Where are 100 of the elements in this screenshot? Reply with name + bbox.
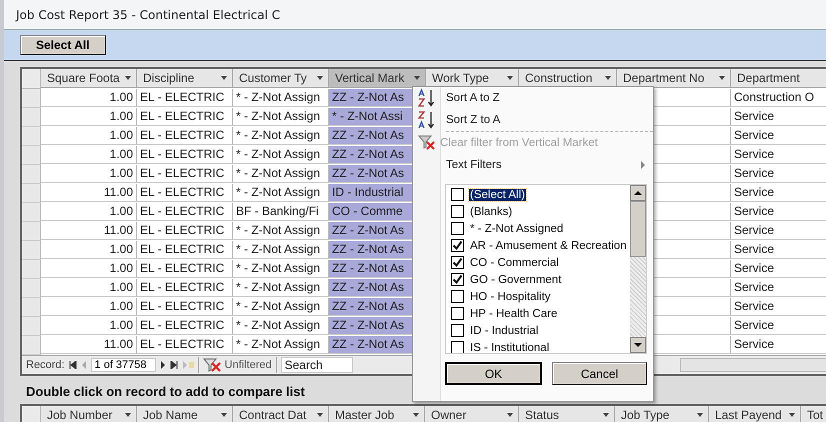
table-cell: 1.00 [41,127,137,145]
menu-item[interactable]: Sort A to Z [446,92,500,104]
table-cell: EL - ELECTRIC [137,127,233,145]
table-cell: 1.00 [41,241,137,259]
checkbox[interactable] [451,273,464,286]
dropdown-arrow-icon[interactable] [317,413,323,417]
table-cell: Service [731,184,826,202]
checkbox[interactable] [451,324,464,337]
menu-item[interactable]: Sort Z to A [446,114,500,126]
column-header[interactable]: Job Type [615,406,709,422]
table-cell: Service [731,336,826,354]
dropdown-arrow-icon[interactable] [413,413,419,417]
record-position-field[interactable]: 1 of 37758 [90,358,156,372]
dropdown-arrow-icon[interactable] [697,413,703,417]
dropdown-arrow-icon[interactable] [789,413,795,417]
column-header[interactable]: Job Name [137,406,233,422]
window-title: Job Cost Report 35 - Continental Electrical C [16,8,280,22]
table-cell: 1.00 [41,203,137,221]
dropdown-arrow-icon[interactable] [605,76,611,80]
table-cell: 1.00 [41,89,137,107]
filter-status-button[interactable]: Unfiltered [224,359,272,371]
table-cell: EL - ELECTRIC [137,165,233,183]
column-header[interactable]: Customer Ty [233,69,329,88]
last-record-icon[interactable] [170,361,178,369]
table-cell: Construction O [731,89,826,107]
column-header[interactable]: Tot [801,406,826,422]
table-cell: Service [731,317,826,335]
table-cell: Service [731,146,826,164]
checkbox[interactable] [451,188,464,201]
table-cell: Service [731,260,826,278]
filter-icon [202,358,221,372]
table-cell: 1.00 [41,279,137,297]
table-cell: EL - ELECTRIC [137,317,233,335]
filter-value[interactable]: (Select All) [469,188,526,200]
horizontal-scrollbar[interactable] [680,358,826,372]
column-header[interactable]: Discipline [137,69,233,88]
dropdown-arrow-icon[interactable] [507,76,513,80]
filter-value[interactable]: HO - Hospitality [469,290,552,302]
column-header[interactable]: Status [519,406,615,422]
checkbox[interactable] [451,239,464,252]
table-cell: 1.00 [41,260,137,278]
filter-value[interactable]: AR - Amusement & Recreation [469,240,628,252]
table-cell: 11.00 [41,336,137,354]
compare-hint: Double click on record to add to compare list [25,383,306,401]
filter-value[interactable]: IS - Institutional [469,342,550,353]
dropdown-arrow-icon[interactable] [507,413,513,417]
column-header[interactable]: Owner [425,406,519,422]
table-cell: Service [731,203,826,221]
vertical-scrollbar[interactable] [630,185,646,353]
table-cell: EL - ELECTRIC [137,241,233,259]
checkbox[interactable] [451,341,464,353]
filter-value[interactable]: ID - Industrial [469,324,540,336]
next-record-icon[interactable] [160,361,166,369]
column-header[interactable]: Square Foota [41,69,137,88]
ok-button[interactable]: OK [445,362,542,385]
dropdown-arrow-icon[interactable] [414,76,420,80]
checkbox[interactable] [451,205,464,218]
dropdown-arrow-icon[interactable] [603,413,609,417]
checkbox[interactable] [451,290,464,303]
table-cell: 1.00 [41,146,137,164]
cancel-button[interactable]: Cancel [552,362,647,385]
menu-item[interactable]: Text Filters [446,159,502,171]
dropdown-arrow-icon[interactable] [317,76,323,80]
column-header[interactable]: Job Number [41,406,137,422]
checkbox[interactable] [451,222,464,235]
sort-descending-icon [416,110,436,130]
column-header[interactable]: Contract Dat [233,406,329,422]
table-cell: Service [731,222,826,240]
table-cell: Service [731,108,826,126]
table-cell: EL - ELECTRIC [137,222,233,240]
dropdown-arrow-icon[interactable] [125,76,131,80]
dropdown-arrow-icon[interactable] [125,413,131,417]
scroll-up-icon[interactable] [630,185,646,201]
filter-value[interactable]: * - Z-Not Assigned [469,222,564,234]
table-cell: EL - ELECTRIC [137,298,233,316]
column-header[interactable]: Master Job [329,406,425,422]
filter-value[interactable]: CO - Commercial [469,256,560,268]
checkbox[interactable] [451,307,464,320]
column-header[interactable]: Vertical Mark [329,69,426,88]
column-header[interactable]: Department No [617,69,731,88]
first-record-icon[interactable] [68,361,77,369]
filter-value[interactable]: (Blanks) [469,206,514,218]
checkbox[interactable] [451,256,464,269]
scrollbar-thumb[interactable] [630,201,646,257]
dropdown-arrow-icon[interactable] [221,76,227,80]
column-header[interactable]: Last Payend [709,406,801,422]
submenu-arrow-icon [641,161,645,169]
select-all-button[interactable]: Select All [20,35,106,55]
filter-value[interactable]: HP - Health Care [469,308,558,320]
search-field[interactable]: Search [280,357,353,373]
table-cell: 1.00 [41,317,137,335]
dropdown-arrow-icon[interactable] [719,76,725,80]
column-header[interactable]: Department [731,69,826,88]
scroll-down-icon[interactable] [630,337,646,353]
record-label: Record: [26,359,65,371]
table-cell: 1.00 [41,108,137,126]
table-cell: Service [731,127,826,145]
filter-value[interactable]: GO - Government [469,274,562,286]
table-cell: EL - ELECTRIC [137,146,233,164]
dropdown-arrow-icon[interactable] [221,413,227,417]
